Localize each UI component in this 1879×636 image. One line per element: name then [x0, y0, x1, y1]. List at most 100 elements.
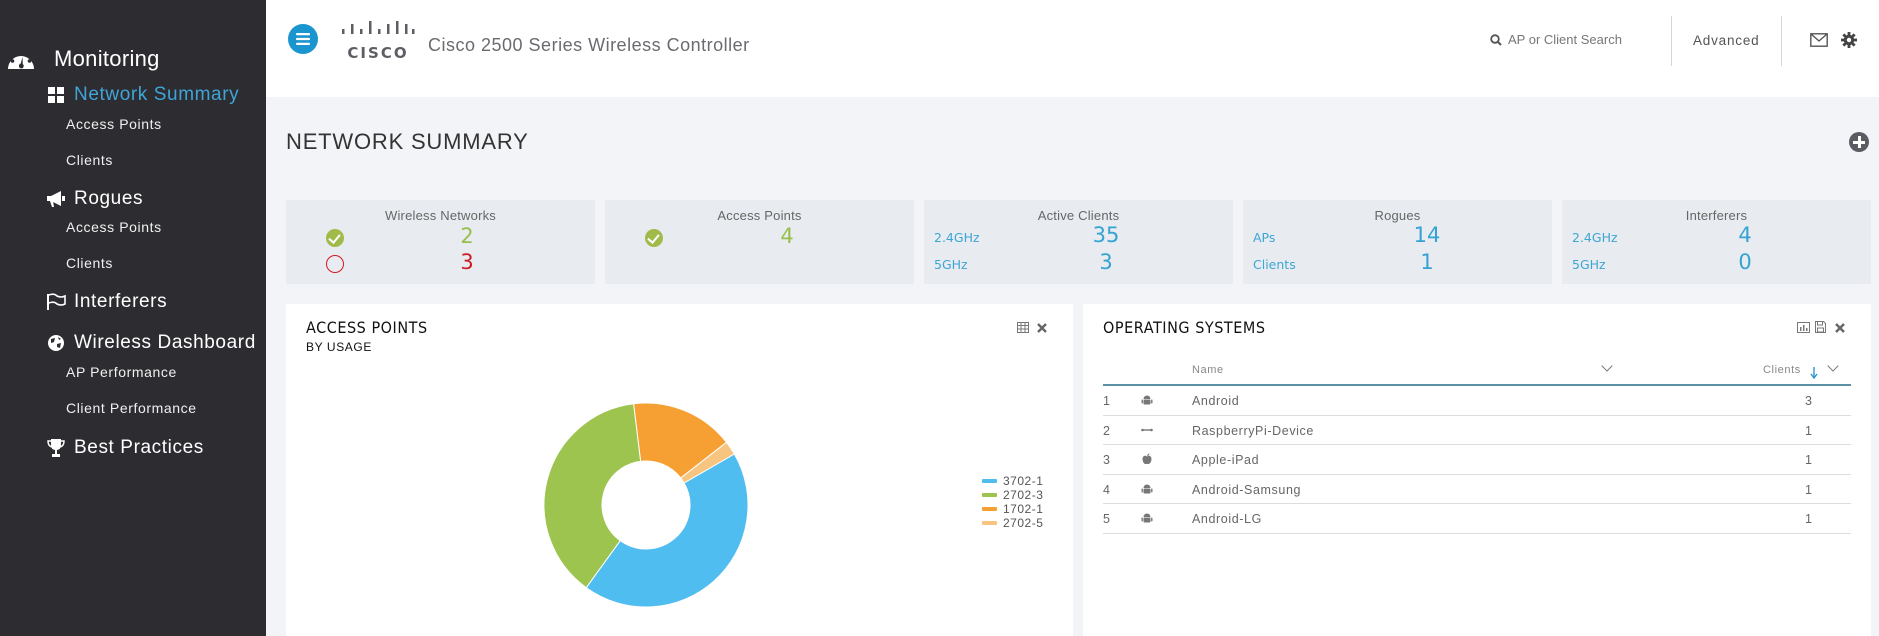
os-table: Name Clients 1 Android 3 2 RaspberryPi-D…	[1103, 350, 1851, 534]
device-link-icon	[1141, 424, 1153, 436]
tile-interferers[interactable]: Interferers 2.4GHz 4 5GHz 0	[1562, 200, 1871, 284]
check-circle-icon	[326, 229, 344, 247]
tile-title: Rogues	[1374, 208, 1421, 223]
clients-5ghz-count: 3	[1099, 250, 1113, 274]
row-index: 5	[1103, 512, 1111, 526]
legend-label: 3702-1	[1003, 474, 1044, 488]
save-icon[interactable]	[1815, 321, 1826, 333]
menu-toggle-button[interactable]	[288, 24, 318, 54]
access-points-count: 4	[780, 224, 794, 248]
table-row[interactable]: 3 Apple-iPad 1	[1103, 445, 1851, 475]
usage-donut-chart	[543, 402, 749, 608]
sidebar-item-ap-performance[interactable]: AP Performance	[66, 364, 177, 380]
sidebar-item-label: Wireless Dashboard	[74, 332, 256, 353]
sidebar-item-rogue-clients[interactable]: Clients	[66, 255, 113, 271]
android-icon	[1141, 483, 1153, 495]
sidebar-item-rogue-access-points[interactable]: Access Points	[66, 219, 162, 235]
cisco-logo-text: CISCO	[347, 44, 409, 62]
tile-rogues[interactable]: Rogues APs 14 Clients 1	[1243, 200, 1552, 284]
enabled-networks-count: 2	[460, 224, 474, 248]
legend-item-2702-3[interactable]: 2702-3	[982, 488, 1043, 502]
column-header-name[interactable]: Name	[1192, 364, 1224, 376]
os-name: Apple-iPad	[1192, 453, 1260, 467]
gear-icon[interactable]	[1841, 32, 1857, 48]
disabled-networks-count: 3	[460, 250, 474, 274]
sidebar-item-clients[interactable]: Clients	[66, 152, 113, 168]
sidebar-item-label: Network Summary	[74, 84, 240, 105]
page-title: NETWORK SUMMARY	[286, 129, 529, 154]
ap-client-search[interactable]: AP or Client Search	[1490, 32, 1622, 47]
close-icon[interactable]	[1835, 323, 1845, 333]
table-row[interactable]: 5 Android-LG 1	[1103, 504, 1851, 534]
sidebar-item-wireless-dashboard[interactable]: Wireless Dashboard	[46, 332, 256, 354]
rogue-type-label: APs	[1253, 230, 1276, 245]
chart-view-icon[interactable]	[1797, 322, 1810, 333]
access-points-panel: ACCESS POINTS BY USAGE 3702-1 2702-3 1702-…	[286, 304, 1073, 636]
table-row[interactable]: 2 RaspberryPi-Device 1	[1103, 416, 1851, 445]
legend-swatch	[982, 521, 997, 525]
tile-title: Wireless Networks	[384, 208, 497, 223]
column-header-clients[interactable]: Clients	[1763, 364, 1801, 376]
sidebar-item-label: Rogues	[74, 188, 144, 209]
os-name: Android-LG	[1192, 512, 1262, 526]
trophy-icon	[46, 438, 66, 458]
header-divider	[1781, 16, 1782, 66]
android-icon	[1141, 394, 1153, 406]
tile-wireless-networks[interactable]: Wireless Networks 2 3	[286, 200, 595, 284]
globe-icon	[46, 333, 66, 353]
legend-label: 2702-5	[1003, 516, 1044, 530]
legend-swatch	[982, 479, 997, 483]
tile-access-points[interactable]: Access Points 4	[605, 200, 914, 284]
sidebar-item-network-summary[interactable]: Network Summary	[46, 84, 239, 106]
sort-descending-icon[interactable]	[1810, 367, 1818, 379]
rogue-type-label: Clients	[1253, 257, 1296, 272]
band-label: 5GHz	[1572, 257, 1606, 272]
legend-item-2702-5[interactable]: 2702-5	[982, 516, 1043, 530]
hamburger-icon	[296, 33, 310, 45]
chevron-down-icon[interactable]	[1827, 360, 1839, 372]
row-index: 2	[1103, 423, 1111, 438]
header-divider	[1671, 16, 1672, 66]
legend-item-3702-1[interactable]: 3702-1	[982, 474, 1043, 488]
sidebar-item-interferers[interactable]: Interferers	[46, 291, 167, 313]
chevron-down-icon[interactable]	[1601, 360, 1613, 372]
rogue-clients-count: 1	[1420, 250, 1434, 274]
apple-icon	[1141, 453, 1153, 465]
table-row[interactable]: 1 Android 3	[1103, 386, 1851, 416]
cisco-logo: CISCO	[340, 20, 416, 62]
operating-systems-panel: OPERATING SYSTEMS Name Clients 1 Android…	[1083, 304, 1871, 636]
disabled-circle-icon	[326, 255, 344, 273]
legend-swatch	[982, 493, 997, 497]
interferers-5ghz-count: 0	[1738, 250, 1752, 274]
table-header: Name Clients	[1103, 350, 1851, 386]
rogue-aps-count: 14	[1413, 223, 1441, 247]
app-title: Cisco 2500 Series Wireless Controller	[428, 35, 750, 55]
client-count: 1	[1805, 423, 1813, 438]
top-header: CISCO Cisco 2500 Series Wireless Control…	[266, 0, 1879, 97]
os-name: RaspberryPi-Device	[1192, 423, 1314, 438]
interferers-24ghz-count: 4	[1738, 223, 1752, 247]
clients-24ghz-count: 35	[1092, 223, 1120, 247]
table-row[interactable]: 4 Android-Samsung 1	[1103, 475, 1851, 504]
add-widget-button[interactable]	[1849, 132, 1869, 152]
sidebar-item-rogues[interactable]: Rogues	[46, 188, 143, 210]
legend-swatch	[982, 507, 997, 511]
advanced-button[interactable]: Advanced	[1693, 33, 1759, 48]
android-icon	[1141, 512, 1153, 524]
legend-item-1702-1[interactable]: 1702-1	[982, 502, 1043, 516]
tile-title: Access Points	[717, 208, 802, 223]
sidebar-item-best-practices[interactable]: Best Practices	[46, 437, 204, 459]
sidebar-heading-monitoring[interactable]: Monitoring	[6, 46, 160, 72]
sidebar-item-label: Best Practices	[74, 437, 204, 458]
client-count: 1	[1805, 512, 1813, 526]
row-index: 1	[1103, 394, 1111, 408]
sidebar-item-access-points[interactable]: Access Points	[66, 116, 162, 132]
client-count: 1	[1805, 482, 1813, 497]
tile-active-clients[interactable]: Active Clients 2.4GHz 35 5GHz 3	[924, 200, 1233, 284]
mail-icon[interactable]	[1810, 33, 1828, 47]
megaphone-icon	[46, 189, 66, 209]
sidebar-item-client-performance[interactable]: Client Performance	[66, 400, 197, 416]
row-index: 3	[1103, 453, 1111, 467]
tile-title: Active Clients	[1037, 208, 1120, 223]
search-placeholder: AP or Client Search	[1508, 32, 1622, 47]
